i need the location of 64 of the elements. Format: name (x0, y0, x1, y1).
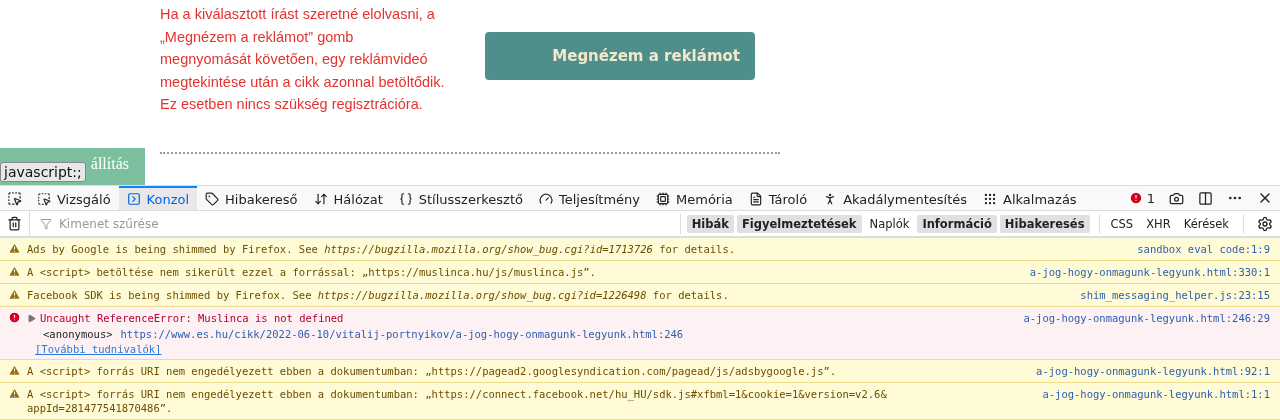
level-filter[interactable]: Információ (917, 214, 997, 233)
tab-label: Memória (676, 191, 733, 207)
devtools-tab[interactable]: Konzol (118, 186, 198, 211)
source-link[interactable]: shim_messaging_helper.js:23:15 (1080, 288, 1270, 302)
source-link[interactable]: a-jog-hogy-onmagunk-legyunk.html:1:1 (1042, 387, 1270, 415)
tab-label: Konzol (146, 191, 190, 207)
tab-label: Hibakereső (225, 191, 298, 207)
document-icon (748, 192, 763, 206)
message-text: Uncaught ReferenceError: Muslinca is not defined (40, 311, 345, 325)
message-text: Ads by Google is being shimmed by Firefox. See https://bugzilla.mozilla.org/show_bug.cgi?id=1713726 for details. (27, 242, 737, 256)
tag-icon (205, 192, 220, 206)
message-text: A <script> betöltése nem sikerült ezzel a forrással: „https://muslinca.hu/js/muslinca.js”. (27, 265, 597, 279)
devtools-tab[interactable]: Hibakereső (197, 186, 306, 211)
warning-icon (8, 364, 21, 377)
notice-paragraph: Ha a kiválasztott írást szeretné elolvasni, a „Megnézem a reklámot” gomb megnyomását követően, egy reklámvideó megtekintése után a cikk azonnal betöltődik. Ez esetben nincs szükség regisztrációra. (160, 5, 445, 114)
message-text: Facebook SDK is being shimmed by Firefox. See https://bugzilla.mozilla.org/show_bug.cgi?id=1226498 for details. (27, 288, 730, 302)
tab-label: Vizsgáló (57, 191, 111, 207)
warning-icon (8, 242, 21, 255)
tab-label: Alkalmazás (1003, 191, 1077, 207)
frame-icon (37, 192, 51, 206)
braces-icon (398, 192, 413, 206)
source-link[interactable]: a-jog-hogy-onmagunk-legyunk.html:92:1 (1036, 364, 1270, 378)
error-count: 1 (1146, 190, 1155, 206)
type-filter[interactable]: Kérések (1178, 214, 1234, 233)
filter-icon (40, 217, 52, 230)
level-filter[interactable]: Naplók (864, 214, 915, 233)
expand-icon[interactable] (27, 314, 36, 323)
warning-icon (8, 288, 21, 301)
message-text: A <script> forrás URI nem engedélyezett ebben a dokumentumban: „https://pagead2.googlesyndication.com/pagead/js/adsbygoogle.js”. (27, 364, 838, 378)
level-filter[interactable]: Figyelmeztetések (736, 214, 862, 233)
error-icon (8, 311, 21, 324)
error-icon[interactable] (1128, 191, 1143, 205)
grid-icon (983, 192, 998, 206)
status-tooltip: javascript:; (0, 162, 86, 182)
type-filter[interactable]: CSS (1105, 214, 1139, 233)
chip-icon (656, 192, 670, 206)
tab-label: Hálózat (333, 191, 383, 207)
gauge-icon (539, 192, 553, 206)
type-filter[interactable]: XHR (1141, 214, 1176, 233)
console-icon (126, 192, 141, 206)
devtools-tab[interactable]: Vizsgáló (29, 186, 119, 211)
source-link[interactable]: a-jog-hogy-onmagunk-legyunk.html:246:29 (1023, 311, 1270, 325)
devtools-tab[interactable]: Memória (648, 186, 741, 211)
level-filter[interactable]: Hibakeresés (999, 214, 1090, 233)
arrows-icon (313, 192, 328, 206)
tab-label: Stílusszerkesztő (418, 191, 523, 207)
message-text: A <script> forrás URI nem engedélyezett ebben a dokumentumban: „https://connect.facebook.net/hu_HU/sdk.js#xfbml=1&cookie=1&version=v2.6& appId=281477541870486”. (27, 387, 888, 415)
devtools-tab[interactable]: Teljesítmény (531, 186, 648, 211)
level-filter[interactable]: Hibák (686, 214, 734, 233)
warning-icon (8, 265, 21, 278)
devtools-tab[interactable]: Tároló (740, 186, 816, 211)
tab-label: Tároló (768, 191, 808, 207)
devtools-tab[interactable]: Stílusszerkesztő (390, 186, 531, 211)
stack-function: <anonymous> (43, 328, 113, 340)
more-link[interactable]: [További tudnivalók] (27, 343, 162, 355)
warning-icon (8, 387, 21, 400)
source-link[interactable]: a-jog-hogy-onmagunk-legyunk.html:330:1 (1029, 265, 1270, 279)
tab-label: Akadálymentesítés (843, 191, 968, 207)
devtools-tab[interactable]: Akadálymentesítés (815, 186, 976, 211)
source-link[interactable]: sandbox eval code:1:9 (1137, 242, 1270, 256)
tab-label: Teljesítmény (559, 191, 640, 207)
devtools-tab[interactable]: Hálózat (305, 186, 391, 211)
stack-link[interactable]: https://www.es.hu/cikk/2022-06-10/vitalij-portnyikov/a-jog-hogy-onmagunk-legyunk.html:246 (120, 328, 684, 340)
devtools-tab[interactable]: Alkalmazás (975, 186, 1085, 211)
